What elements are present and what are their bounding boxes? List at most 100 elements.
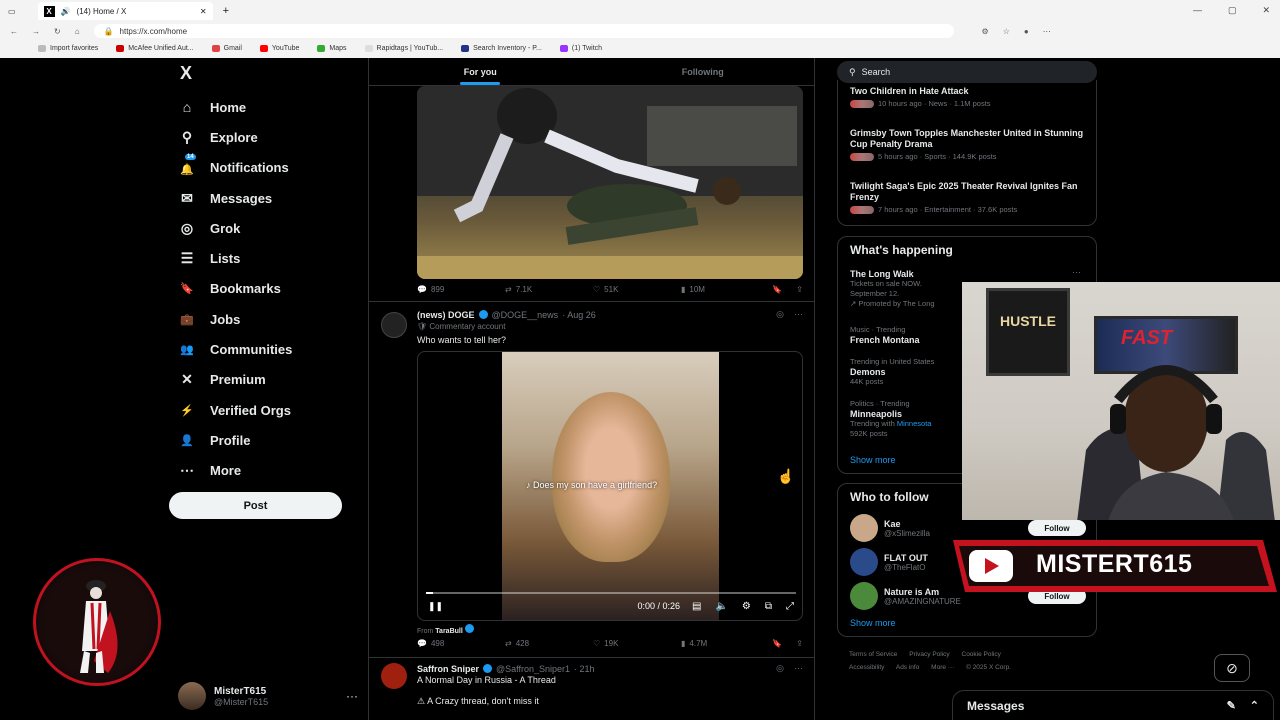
avatar [850, 548, 878, 576]
more-icon[interactable]: ··· [794, 309, 803, 320]
trend-item[interactable]: Grimsby Town Topples Manchester United i… [850, 128, 1086, 161]
account-switcher[interactable]: MisterT615 @MisterT615 ··· [178, 682, 358, 710]
nav-lists[interactable]: ☰ Lists [178, 243, 292, 273]
reply-button[interactable]: 💬 498 [417, 639, 505, 648]
extensions-icon[interactable]: ⚙ [982, 27, 989, 36]
minimize-icon[interactable]: — [1193, 5, 1202, 16]
bookmark-item[interactable]: (1) Twitch [559, 44, 602, 52]
trend-link[interactable]: Minnesota [897, 419, 932, 428]
footer-link[interactable]: Privacy Policy [909, 651, 949, 658]
nav-home[interactable]: ⌂ Home [178, 92, 292, 122]
views-button[interactable]: ▮ 4.7M [681, 639, 769, 648]
bookmark-item[interactable]: Maps [317, 44, 347, 52]
avatar[interactable] [381, 312, 407, 338]
verified-badge-icon [483, 664, 493, 673]
footer-link[interactable]: Cookie Policy [962, 651, 1001, 658]
nav-verified-orgs[interactable]: ⚡ Verified Orgs [178, 395, 292, 425]
nav-notifications[interactable]: 🔔 14 Notifications [178, 153, 292, 183]
avatar[interactable] [381, 663, 407, 689]
tab-following[interactable]: Following [592, 58, 815, 85]
nav-messages[interactable]: ✉ Messages [178, 183, 292, 213]
close-window-icon[interactable]: ✕ [1262, 5, 1270, 16]
nav-jobs[interactable]: 💼 Jobs [178, 304, 292, 334]
tweet-date[interactable]: · 21h [574, 664, 595, 674]
browser-tab[interactable]: X 🔊 (14) Home / X ✕ [37, 2, 213, 20]
grok-icon[interactable]: ◎ [776, 309, 784, 320]
from-name[interactable]: TaraBull [435, 628, 463, 635]
bookmark-item[interactable]: Gmail [211, 44, 242, 52]
footer-link[interactable]: More ··· [931, 664, 954, 671]
section-title: What's happening [850, 243, 953, 257]
new-message-icon[interactable]: ✎ [1227, 699, 1236, 712]
author-name[interactable]: (news) DOGE [417, 310, 475, 320]
author-handle[interactable]: @DOGE__news [492, 310, 559, 320]
more-options-icon[interactable]: ··· [346, 689, 358, 703]
profile-icon[interactable]: ● [1024, 27, 1029, 36]
tweet-image[interactable] [417, 86, 803, 279]
like-button[interactable]: ♡ 51K [593, 285, 681, 294]
repost-button[interactable]: ⇄ 428 [505, 639, 593, 648]
trend-item[interactable]: Twilight Saga's Epic 2025 Theater Reviva… [850, 181, 1086, 214]
favorites-icon[interactable]: ☆ [1003, 27, 1010, 36]
captions-icon[interactable]: ▤ [692, 601, 701, 612]
nav-label: Lists [210, 251, 241, 267]
forward-icon[interactable]: → [32, 27, 40, 36]
close-tab-icon[interactable]: ✕ [200, 7, 207, 16]
volume-icon[interactable]: 🔈 [715, 601, 727, 612]
nav-communities[interactable]: 👥 Communities [178, 334, 292, 364]
bookmark-item[interactable]: Rapidtags | YouTub... [364, 44, 443, 52]
x-logo-icon[interactable]: X [180, 63, 192, 84]
browser-menu-icon[interactable]: ⋯ [1043, 27, 1051, 36]
nav-grok[interactable]: ◎ Grok [178, 213, 292, 243]
refresh-icon[interactable]: ↻ [54, 27, 61, 36]
video-player[interactable]: ♪ Does my son have a girlfriend? ❚❚ 0:00… [417, 351, 803, 621]
grok-icon[interactable]: ◎ [776, 663, 784, 674]
bookmark-item[interactable]: Search Inventory - P... [461, 44, 542, 52]
rapidtags-icon [364, 44, 373, 52]
window-menu-icon[interactable]: ▭ [8, 7, 16, 16]
expand-icon[interactable]: ⌃ [1250, 699, 1259, 712]
tweet-date[interactable]: · Aug 26 [562, 310, 596, 320]
author-name[interactable]: Saffron Sniper [417, 664, 479, 674]
author-handle[interactable]: @Saffron_Sniper1 [496, 664, 570, 674]
settings-icon[interactable]: ⚙ [742, 601, 751, 612]
bookmark-icon[interactable]: 🔖 [772, 639, 782, 648]
nav-more[interactable]: ⋯ More [178, 456, 292, 486]
speaker-icon[interactable]: 🔊 [61, 7, 71, 16]
new-tab-icon[interactable]: + [223, 5, 229, 17]
share-icon[interactable]: ⇪ [796, 639, 803, 648]
nav-bookmarks[interactable]: 🔖 Bookmarks [178, 274, 292, 304]
more-icon[interactable]: ··· [1072, 267, 1081, 277]
views-button[interactable]: ▮ 10M [681, 285, 769, 294]
bookmark-item[interactable]: Import favorites [38, 44, 98, 52]
footer-link[interactable]: Accessibility [849, 664, 884, 671]
footer-link[interactable]: Ads info [896, 664, 920, 671]
maximize-icon[interactable]: ▢ [1228, 5, 1237, 16]
grok-floating-button[interactable]: ⊘ [1214, 654, 1250, 682]
fullscreen-icon[interactable]: ⤢ [786, 601, 794, 612]
bookmark-icon[interactable]: 🔖 [772, 285, 782, 294]
reply-button[interactable]: 💬 899 [417, 285, 505, 294]
pause-icon[interactable]: ❚❚ [428, 601, 443, 612]
footer-link[interactable]: Terms of Service [849, 651, 897, 658]
show-more-link[interactable]: Show more [850, 455, 896, 465]
show-more-link[interactable]: Show more [850, 618, 896, 628]
tab-for-you[interactable]: For you [369, 58, 592, 85]
nav-premium[interactable]: ✕ Premium [178, 365, 292, 395]
repost-button[interactable]: ⇄ 7.1K [505, 285, 593, 294]
home-browser-icon[interactable]: ⌂ [75, 27, 80, 36]
pip-icon[interactable]: ⧉ [765, 601, 772, 612]
tab-title: (14) Home / X [76, 6, 127, 16]
share-icon[interactable]: ⇪ [796, 285, 803, 294]
nav-profile[interactable]: 👤 Profile [178, 425, 292, 455]
more-icon[interactable]: ··· [794, 663, 803, 674]
like-button[interactable]: ♡ 19K [593, 639, 681, 648]
bookmark-item[interactable]: McAfee Unified Aut... [116, 44, 194, 52]
post-button[interactable]: Post [169, 492, 342, 519]
messages-drawer[interactable]: Messages ✎ ⌃ [952, 690, 1274, 720]
address-bar[interactable]: 🔒 https://x.com/home [93, 24, 954, 38]
nav-explore[interactable]: ⚲ Explore [178, 122, 292, 152]
bookmark-item[interactable]: YouTube [259, 44, 299, 52]
back-icon[interactable]: ← [10, 27, 18, 36]
trend-item[interactable]: Two Children in Hate Attack 10 hours ago … [850, 86, 1086, 108]
